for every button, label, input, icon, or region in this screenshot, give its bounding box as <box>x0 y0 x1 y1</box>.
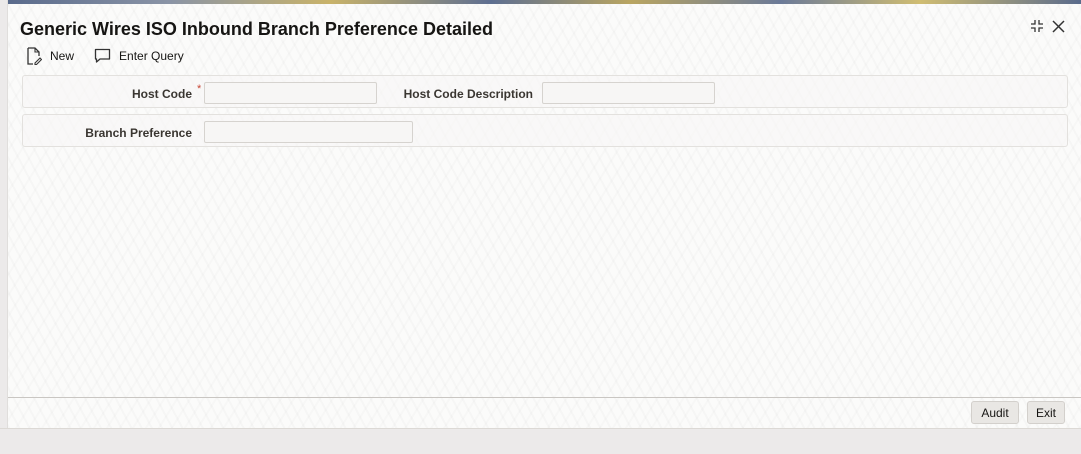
exit-button[interactable]: Exit <box>1027 401 1065 424</box>
host-code-input[interactable] <box>204 82 377 104</box>
new-button[interactable]: New <box>26 47 74 65</box>
enter-query-label: Enter Query <box>119 49 184 63</box>
page-title: Generic Wires ISO Inbound Branch Prefere… <box>20 19 493 39</box>
branch-preference-section: Branch Preference <box>22 114 1068 147</box>
enter-query-button[interactable]: Enter Query <box>94 48 184 64</box>
close-icon[interactable] <box>1052 19 1065 37</box>
footer-divider <box>8 397 1081 398</box>
host-code-description-input[interactable] <box>542 82 715 104</box>
header-decoration <box>8 0 1081 4</box>
status-bar <box>0 428 1081 454</box>
form-window: Generic Wires ISO Inbound Branch Prefere… <box>7 0 1081 428</box>
audit-button[interactable]: Audit <box>971 401 1019 424</box>
branch-preference-input[interactable] <box>204 121 413 143</box>
new-document-icon <box>26 47 42 65</box>
host-code-section: Host Code * Host Code Description <box>22 75 1068 108</box>
query-bubble-icon <box>94 48 111 64</box>
host-code-label: Host Code <box>132 87 192 101</box>
new-label: New <box>50 49 75 63</box>
toolbar: New Enter Query <box>26 47 184 65</box>
restore-icon[interactable] <box>1030 19 1044 37</box>
host-code-description-label: Host Code Description <box>403 87 533 101</box>
branch-preference-label: Branch Preference <box>85 126 192 140</box>
window-controls <box>1030 19 1065 37</box>
required-indicator: * <box>197 83 202 95</box>
